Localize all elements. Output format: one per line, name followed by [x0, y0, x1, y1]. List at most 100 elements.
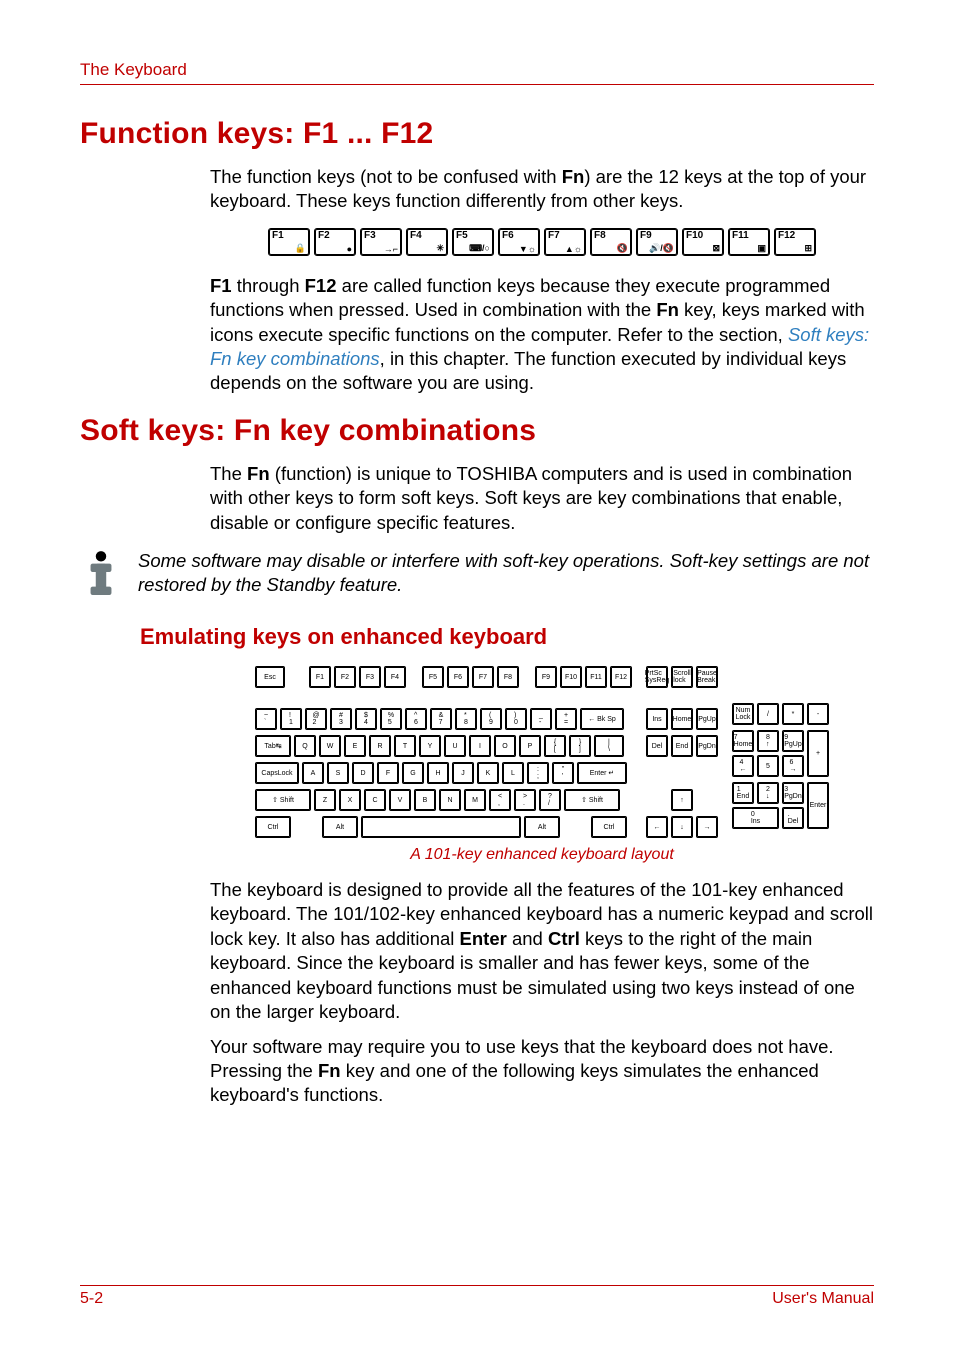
key: F [377, 762, 399, 784]
key: _- [530, 708, 552, 730]
key: F8 [497, 666, 519, 688]
key: * [782, 703, 804, 725]
heading-emulating: Emulating keys on enhanced keyboard [140, 624, 874, 650]
key: *8 [455, 708, 477, 730]
key: F10 [560, 666, 582, 688]
key: |\ [594, 735, 624, 757]
key: Q [294, 735, 316, 757]
key: + [807, 730, 829, 777]
key: E [344, 735, 366, 757]
key: $4 [355, 708, 377, 730]
key: Ctrl [255, 816, 291, 838]
key: ~` [255, 708, 277, 730]
key: F11 [585, 666, 607, 688]
key: <, [489, 789, 511, 811]
key: K [477, 762, 499, 784]
info-icon [80, 549, 122, 600]
key: Y [419, 735, 441, 757]
header-rule [80, 84, 874, 85]
key: F4 [384, 666, 406, 688]
key: ↑ [671, 789, 693, 811]
key: 5 [757, 755, 779, 777]
key: End [671, 735, 693, 757]
key: F12 [610, 666, 632, 688]
key: R [369, 735, 391, 757]
key: Esc [255, 666, 285, 688]
key: X [339, 789, 361, 811]
key: Alt [524, 816, 560, 838]
fkey-f6: F6▼☼ [498, 228, 540, 256]
key: F1 [309, 666, 331, 688]
text-fn: Fn [656, 299, 679, 320]
key: PgUp [696, 708, 718, 730]
heading-function-keys: Function keys: F1 ... F12 [80, 117, 874, 151]
key: → [696, 816, 718, 838]
text-fn: Fn [247, 463, 270, 484]
key: F7 [472, 666, 494, 688]
keyboard-layout-illustration: EscF1F2F3F4F5F6F7F8F9F10F11F12~`!1@2#3$4… [210, 666, 874, 838]
key: Enter ↵ [577, 762, 627, 784]
text-enter: Enter [460, 928, 507, 949]
key: Alt [322, 816, 358, 838]
key: T [394, 735, 416, 757]
key: H [427, 762, 449, 784]
key: 0Ins [732, 807, 779, 829]
text: The function keys (not to be confused wi… [210, 166, 562, 187]
function-key-row-illustration: F1🔒F2●F3→⌐F4✳F5⌨/○F6▼☼F7▲☼F8🔇F9🔊/🔇F10⊠F1… [210, 228, 874, 256]
key: >. [514, 789, 536, 811]
text-ctrl: Ctrl [548, 928, 580, 949]
key: += [555, 708, 577, 730]
key: B [414, 789, 436, 811]
key: Z [314, 789, 336, 811]
key: )0 [505, 708, 527, 730]
key: ^6 [405, 708, 427, 730]
key: J [452, 762, 474, 784]
key: F5 [422, 666, 444, 688]
fkey-f9: F9🔊/🔇 [636, 228, 678, 256]
text-f1: F1 [210, 275, 232, 296]
key: 4← [732, 755, 754, 777]
key: ← [646, 816, 668, 838]
footer-manual: User's Manual [772, 1290, 874, 1308]
para-soft-intro: The Fn (function) is unique to TOSHIBA c… [210, 462, 874, 535]
para-simulate: Your software may require you to use key… [210, 1035, 874, 1108]
key: }] [569, 735, 591, 757]
key: 9PgUp [782, 730, 804, 752]
key: "' [552, 762, 574, 784]
key: {[ [544, 735, 566, 757]
key: Ins [646, 708, 668, 730]
key: Enter [807, 782, 829, 829]
key: :; [527, 762, 549, 784]
key: 3PgDn [782, 782, 804, 804]
key: ← Bk Sp [580, 708, 624, 730]
running-head: The Keyboard [80, 60, 874, 80]
key: Del [646, 735, 668, 757]
heading-soft-keys: Soft keys: Fn key combinations [80, 414, 874, 448]
key: Tab↹ [255, 735, 291, 757]
fkey-f7: F7▲☼ [544, 228, 586, 256]
fkey-f3: F3→⌐ [360, 228, 402, 256]
key: C [364, 789, 386, 811]
key: .Del [782, 807, 804, 829]
key: 7Home [732, 730, 754, 752]
key: !1 [280, 708, 302, 730]
key: I [469, 735, 491, 757]
key: U [444, 735, 466, 757]
key: %5 [380, 708, 402, 730]
key: 2↓ [757, 782, 779, 804]
key: 6→ [782, 755, 804, 777]
key: ↓ [671, 816, 693, 838]
key: 1End [732, 782, 754, 804]
key: ⇧ Shift [255, 789, 311, 811]
page-number: 5-2 [80, 1290, 103, 1308]
key: &7 [430, 708, 452, 730]
key: F2 [334, 666, 356, 688]
text: (function) is unique to TOSHIBA computer… [210, 463, 852, 533]
fkey-f5: F5⌨/○ [452, 228, 494, 256]
key: P [519, 735, 541, 757]
text-fn: Fn [318, 1060, 341, 1081]
key: Home [671, 708, 693, 730]
key: O [494, 735, 516, 757]
key: CapsLock [255, 762, 299, 784]
fkey-f1: F1🔒 [268, 228, 310, 256]
